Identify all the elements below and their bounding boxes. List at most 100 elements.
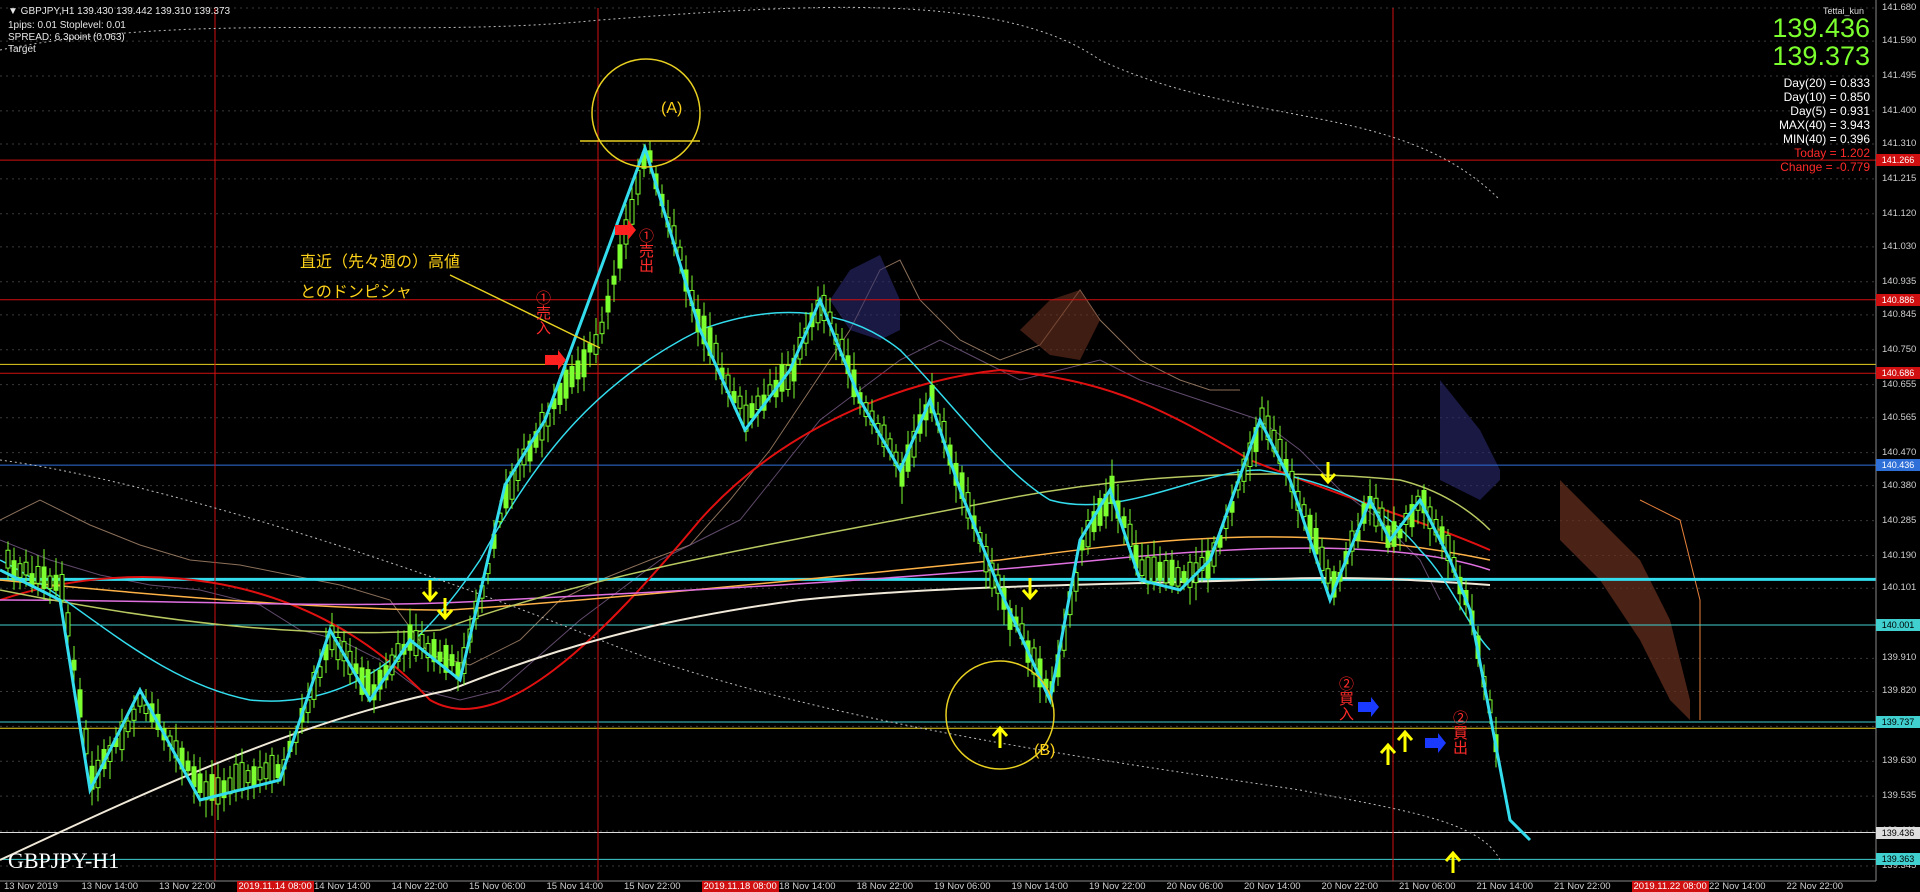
price-axis-label: 140.101	[1882, 582, 1917, 594]
candle-body	[1319, 546, 1325, 572]
price-tag: 140.001	[1876, 618, 1920, 631]
candle-body	[605, 295, 611, 313]
candle-body	[593, 334, 599, 355]
label-buy-exit-2: ②買出	[1451, 710, 1468, 755]
signal-arrows	[421, 220, 1462, 873]
candle-body	[569, 366, 575, 388]
time-axis-label: 19 Nov 06:00	[934, 881, 991, 892]
note-line-2: とのドンピシャ	[300, 284, 412, 301]
price-axis-label: 140.750	[1882, 343, 1917, 355]
indicator-value: MIN(40) = 0.396	[1782, 132, 1870, 146]
label-b: (B)	[1034, 742, 1056, 759]
price-axis-label: 141.495	[1882, 69, 1917, 81]
candle-body	[407, 624, 413, 651]
price-levels	[0, 159, 1876, 860]
candle-body	[449, 654, 455, 667]
price-tag: 140.686	[1876, 367, 1920, 380]
price-axis-label: 139.630	[1882, 755, 1917, 767]
candle-body	[563, 369, 569, 399]
ichimoku-cloud	[0, 255, 1701, 720]
price-axis-label: 140.190	[1882, 549, 1917, 561]
label-sell-exit-1: ①売出	[637, 228, 654, 273]
indicator-value: Day(20) = 0.833	[1783, 76, 1870, 90]
price-axis-label: 140.565	[1882, 411, 1917, 423]
price-chart[interactable]	[0, 0, 1920, 891]
candle-body	[1187, 561, 1193, 588]
candle-body	[737, 395, 743, 409]
candle-body	[1169, 559, 1175, 586]
chart-window[interactable]: ▼ GBPJPY,H1 139.430 139.442 139.310 139.…	[0, 0, 1920, 892]
price-axis-label: 140.845	[1882, 308, 1917, 320]
candle-body	[1175, 567, 1181, 587]
candle-body	[35, 565, 41, 584]
price-axis-label: 140.470	[1882, 446, 1917, 458]
price-axis-label: 141.680	[1882, 2, 1917, 13]
candle-body	[239, 762, 245, 791]
time-axis-label: 20 Nov 06:00	[1166, 881, 1224, 892]
time-axis-label: 13 Nov 14:00	[81, 881, 139, 892]
candle-body	[599, 321, 605, 335]
spread-info: SPREAD: 6.3point (0.063)	[8, 32, 125, 43]
ask-price: 139.373	[1772, 41, 1870, 71]
price-tag: 140.436	[1876, 459, 1920, 472]
candle-body	[1181, 571, 1187, 583]
candle-body	[17, 563, 23, 578]
price-axis-label: 139.535	[1882, 790, 1917, 802]
chart-symbol-header: ▼ GBPJPY,H1 139.430 139.442 139.310 139.…	[8, 6, 231, 17]
time-axis-label: 15 Nov 14:00	[546, 881, 604, 892]
indicator-value: MAX(40) = 3.943	[1778, 118, 1870, 132]
time-axis-label: 19 Nov 22:00	[1089, 881, 1146, 892]
candle-body	[245, 770, 251, 784]
time-axis-label: 2019.11.18 08:00	[701, 881, 779, 892]
time-axis-label: 22 Nov 22:00	[1786, 881, 1844, 892]
symbol-watermark: GBPJPY-H1	[8, 848, 120, 873]
time-axis-label: 13 Nov 22:00	[159, 881, 216, 892]
candle-body	[251, 766, 257, 786]
price-axis-label: 141.215	[1882, 172, 1917, 184]
red-sell-arrow-1	[545, 350, 566, 370]
candle-body	[29, 573, 35, 586]
time-axis-label: 13 Nov 2019	[4, 881, 58, 892]
price-tag: 141.266	[1876, 154, 1920, 167]
candle-body	[215, 777, 221, 805]
time-axis-label: 20 Nov 22:00	[1321, 881, 1379, 892]
price-tag: 139.436	[1876, 826, 1920, 839]
candle-body	[233, 763, 239, 791]
candle-body	[629, 199, 635, 225]
price-tag: 139.363	[1876, 853, 1920, 866]
time-axis-label: 2019.11.14 08:00	[236, 881, 314, 892]
price-axis-label: 141.590	[1882, 35, 1917, 47]
candle-body	[587, 343, 593, 353]
time-axis-label: 20 Nov 14:00	[1244, 881, 1301, 892]
indicator-value: Day(5) = 0.931	[1790, 104, 1870, 118]
candle-body	[131, 708, 137, 721]
candlesticks	[5, 141, 1499, 821]
candle-body	[437, 651, 443, 662]
price-axis-label: 141.400	[1882, 104, 1917, 116]
candle-body	[185, 760, 191, 772]
price-axis-label: 140.285	[1882, 514, 1917, 526]
price-axis-label: 140.655	[1882, 378, 1917, 390]
candle-body	[125, 720, 131, 733]
candle-body	[611, 275, 617, 285]
label-sell-entry-1: ①売入	[534, 290, 551, 335]
price-axis-label: 139.820	[1882, 685, 1917, 697]
target-info: Target	[8, 44, 36, 55]
time-axis-label: 18 Nov 22:00	[856, 881, 914, 892]
price-tag: 139.737	[1876, 715, 1920, 728]
candle-body	[263, 762, 269, 780]
label-a: (A)	[661, 100, 683, 117]
time-axis-label: 14 Nov 14:00	[314, 881, 371, 892]
note-line-1: 直近（先々週の）高値	[300, 254, 461, 271]
candle-body	[269, 754, 275, 782]
time-axis-label: 2019.11.22 08:00	[1631, 881, 1709, 892]
bid-price: 139.436	[1772, 13, 1870, 43]
candle-body	[59, 574, 65, 601]
candle-body	[617, 244, 623, 269]
note-pointer	[449, 274, 601, 349]
candle-body	[581, 349, 587, 378]
candle-body	[1139, 559, 1145, 577]
candle-body	[5, 549, 11, 569]
candle-body	[755, 395, 761, 411]
time-axis-label: 19 Nov 14:00	[1011, 881, 1069, 892]
